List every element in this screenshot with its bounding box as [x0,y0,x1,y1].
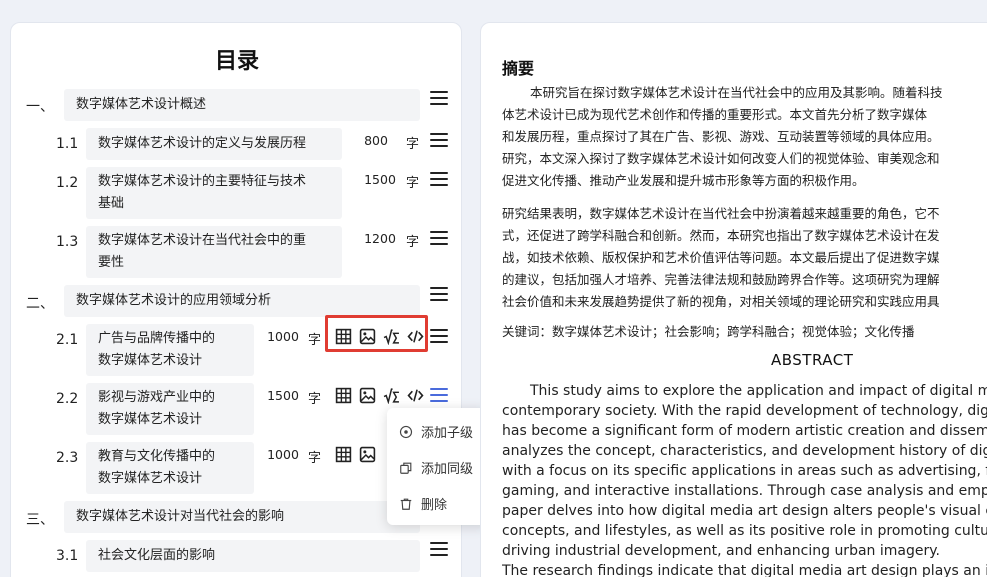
word-unit: 字 [308,451,322,466]
hamburger-menu-icon[interactable] [430,91,448,105]
highlight-box [325,315,428,352]
section-title[interactable]: 数字媒体艺术设计的主要特征与技术 基础 [86,167,342,219]
keywords-line: 关键词：数字媒体艺术设计；社会影响；跨学科融合；视觉体验；文化传播 [502,324,915,339]
word-unit: 字 [308,333,322,348]
add-sibling-label: 添加同级 [421,462,474,477]
section-title[interactable]: 数字媒体艺术设计在当代社会中的重 要性 [86,226,342,278]
formula-icon[interactable] [382,386,400,404]
section-title[interactable]: 广告与品牌传播中的 数字媒体艺术设计 [86,324,254,376]
word-count[interactable]: 1000 [261,329,305,344]
section-title-line: 要性 [98,255,125,270]
text-line: 战，如技术依赖、版权保护和艺术价值评估等问题。本文最后提出了促进数字媒 [502,250,940,265]
word-unit: 字 [406,137,420,152]
text-line: 本研究旨在探讨数字媒体艺术设计在当代社会中的应用及其影响。随着科技 [530,85,943,100]
section-number: 一、 [26,99,54,115]
hamburger-menu-icon[interactable] [430,329,448,343]
text-line: 社会价值和未来发展趋势提供了新的视角，对相关领域的理论研究和实践应用具 [502,294,940,309]
trash-icon [400,498,412,510]
context-menu: 添加子级 添加同级 删除 [387,408,489,525]
text-line: contemporary society. With the rapid dev… [502,403,987,419]
text-line: This study aims to explore the applicati… [530,383,987,399]
section-title[interactable]: 教育与文化传播中的 数字媒体艺术设计 [86,442,254,494]
insert-toolbar [334,445,376,463]
section-title-line: 数字媒体艺术设计的主要特征与技术 [98,174,307,189]
section-title-line: 数字媒体艺术设计在当代社会中的重 [98,233,307,248]
add-sibling-item[interactable]: 添加同级 [399,458,473,477]
abstract-paragraph: 本研究旨在探讨数字媒体艺术设计在当代社会中的应用及其影响。随着科技 体艺术设计已… [502,82,987,192]
english-abstract-paragraph: This study aims to explore the applicati… [502,381,987,577]
delete-label: 删除 [421,498,448,513]
text-line: 研究，本文深入探讨了数字媒体艺术设计如何改变人们的视觉体验、审美观念和 [502,151,940,166]
image-icon[interactable] [358,386,376,404]
section-title[interactable]: 数字媒体艺术设计概述 [64,89,420,121]
word-unit: 字 [308,392,322,407]
copy-icon [400,462,412,474]
section-number: 1.3 [56,234,79,250]
section-title[interactable]: 社会文化层面的影响 [86,540,420,572]
section-title-line: 基础 [98,196,125,211]
section-number: 2.3 [56,450,79,466]
text-line: paper delves into how digital media art … [502,503,987,519]
section-title-line: 影视与游戏产业中的 [98,390,216,405]
hamburger-menu-icon[interactable] [430,231,448,245]
section-number: 1.2 [56,175,79,191]
word-count[interactable]: 1500 [358,172,402,187]
text-line: has become a significant form of modern … [502,423,987,439]
text-line: 研究结果表明，数字媒体艺术设计在当代社会中扮演着越来越重要的角色，它不 [502,206,940,221]
section-title-line: 数字媒体艺术设计 [98,471,203,486]
word-unit: 字 [406,235,420,250]
section-number: 二、 [26,296,54,312]
section-title[interactable]: 数字媒体艺术设计的应用领域分析 [64,285,420,317]
code-icon[interactable] [406,386,424,404]
word-unit: 字 [406,176,420,191]
hamburger-menu-icon[interactable] [430,172,448,186]
toc-title: 目录 [214,49,259,74]
section-title-line: 教育与文化传播中的 [98,449,216,464]
image-icon[interactable] [358,445,376,463]
word-count[interactable]: 1500 [261,388,305,403]
text-line: 和发展历程，重点探讨了其在广告、影视、游戏、互动装置等领域的具体应用。 [502,129,940,144]
text-line: 体艺术设计已成为现代艺术创作和传播的重要形式。本文首先分析了数字媒体 [502,107,928,122]
abstract-paragraph: 研究结果表明，数字媒体艺术设计在当代社会中扮演着越来越重要的角色，它不 式，还促… [502,203,987,313]
text-line: 的建议，包括加强人才培养、完善法律法规和鼓励跨界合作等。这项研究为理解 [502,272,940,287]
text-line: concepts, and lifestyles, as well as its… [502,523,987,539]
add-child-item[interactable]: 添加子级 [399,422,473,441]
text-line: analyzes the concept, characteristics, a… [502,443,987,459]
section-number: 三、 [26,512,54,528]
section-title[interactable]: 影视与游戏产业中的 数字媒体艺术设计 [86,383,254,435]
text-line: 式，还促进了跨学科融合和创新。然而，本研究也指出了数字媒体艺术设计在发 [502,228,940,243]
section-title[interactable]: 数字媒体艺术设计的定义与发展历程 [86,128,342,160]
table-icon[interactable] [334,386,352,404]
abstract-heading: 摘要 [502,59,535,78]
add-child-label: 添加子级 [421,426,474,441]
hamburger-menu-icon-active[interactable] [430,388,448,402]
text-line: gaming, and interactive installations. T… [502,483,987,499]
text-line: The research findings indicate that digi… [502,563,987,577]
section-number: 2.2 [56,391,79,407]
section-title-line: 广告与品牌传播中的 [98,331,216,346]
delete-item[interactable]: 删除 [399,494,447,513]
abstract-panel: 摘要 本研究旨在探讨数字媒体艺术设计在当代社会中的应用及其影响。随着科技 体艺术… [480,22,987,577]
section-number: 3.1 [56,548,79,564]
word-count[interactable]: 1200 [358,231,402,246]
section-number: 2.1 [56,332,79,348]
insert-toolbar [334,386,424,404]
text-line: 促进文化传播、推动产业发展和提升城市形象等方面的积极作用。 [502,173,865,188]
table-icon[interactable] [334,445,352,463]
hamburger-menu-icon[interactable] [430,542,448,556]
add-circle-icon [399,425,413,438]
hamburger-menu-icon[interactable] [430,133,448,147]
text-line: with a focus on its specific application… [502,463,987,479]
hamburger-menu-icon[interactable] [430,287,448,301]
word-count[interactable]: 1000 [261,447,305,462]
section-title-line: 数字媒体艺术设计 [98,353,203,368]
text-line: driving industrial development, and enha… [502,543,940,559]
section-title[interactable]: 数字媒体艺术设计对当代社会的影响 [64,501,420,533]
english-abstract-title: ABSTRACT [771,351,854,369]
section-title-line: 数字媒体艺术设计 [98,412,203,427]
word-count[interactable]: 800 [354,133,398,148]
section-number: 1.1 [56,136,79,152]
